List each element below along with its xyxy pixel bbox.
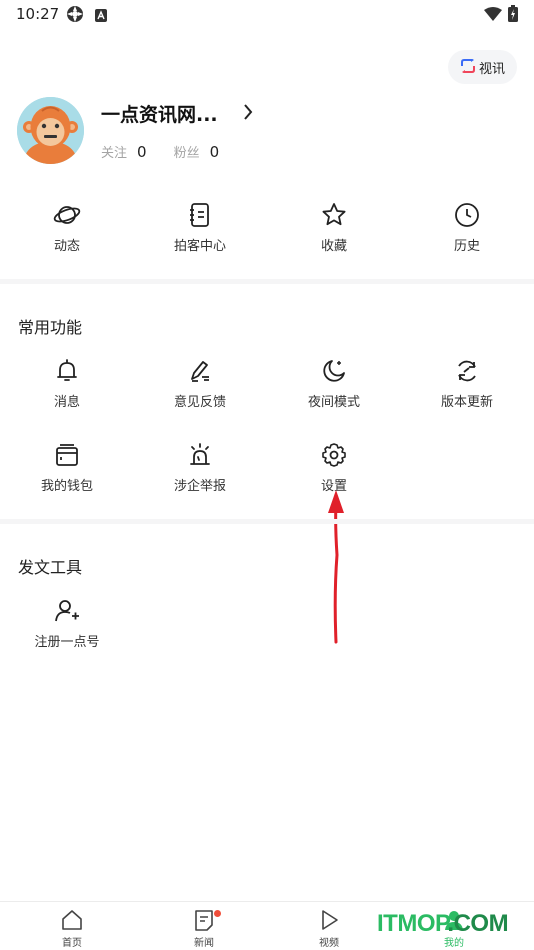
news-badge	[214, 910, 221, 917]
function-label: 消息	[53, 395, 80, 410]
fans-count[interactable]: 0	[210, 143, 220, 161]
news-icon	[195, 910, 213, 931]
notebook-icon	[190, 203, 209, 227]
nav-label: 首页	[62, 938, 82, 949]
function-night-mode[interactable]: 夜间模式	[279, 357, 389, 410]
quick-action-label: 拍客中心	[173, 239, 226, 254]
pencil-icon	[191, 361, 209, 382]
function-messages[interactable]: 消息	[12, 357, 122, 410]
quick-action-favorites[interactable]: 收藏	[279, 201, 389, 254]
video-chat-label: 视讯	[478, 61, 505, 77]
function-feedback[interactable]: 意见反馈	[145, 357, 255, 410]
publish-tools-title: 发文工具	[18, 558, 83, 577]
monkey-avatar-icon	[17, 97, 84, 164]
home-icon	[62, 910, 82, 930]
function-label: 版本更新	[440, 395, 493, 410]
clock-icon	[455, 203, 479, 227]
nav-news[interactable]: 新闻	[164, 908, 244, 949]
wifi-icon	[484, 6, 502, 25]
fans-label[interactable]: 粉丝	[174, 142, 200, 161]
section-divider	[0, 519, 534, 524]
moon-icon	[323, 360, 345, 382]
register-account-button[interactable]: 注册一点号	[12, 597, 122, 650]
nav-home[interactable]: 首页	[32, 908, 112, 949]
status-bar: 10:27	[0, 0, 534, 28]
quick-action-dynamics[interactable]: 动态	[12, 201, 122, 254]
avatar[interactable]	[17, 97, 84, 164]
add-user-icon	[55, 600, 79, 622]
a-badge-icon	[95, 7, 107, 26]
wallet-icon	[56, 444, 78, 466]
quick-action-label: 历史	[453, 239, 480, 254]
following-label[interactable]: 关注	[101, 142, 127, 161]
function-label: 涉企举报	[173, 479, 226, 494]
quick-action-history[interactable]: 历史	[412, 201, 522, 254]
function-enterprise-report[interactable]: 涉企举报	[145, 441, 255, 494]
refresh-icon	[458, 360, 476, 382]
star-icon	[322, 203, 346, 226]
common-functions-title: 常用功能	[18, 318, 83, 337]
chevron-right-icon[interactable]	[240, 101, 256, 127]
status-time: 10:27	[16, 5, 60, 23]
watermark-suffix: .COM	[447, 910, 509, 937]
watermark: ITMOP.COM	[377, 910, 509, 938]
play-icon	[322, 910, 338, 930]
function-label: 夜间模式	[307, 395, 360, 410]
planet-icon	[53, 206, 81, 224]
username[interactable]: 一点资讯网...	[101, 100, 218, 127]
gear-icon	[322, 443, 346, 467]
nav-label: 视频	[319, 938, 339, 949]
quick-action-label: 收藏	[320, 239, 347, 254]
video-chat-button[interactable]: 视讯	[448, 50, 517, 84]
follow-stats: 关注 0 粉丝 0	[101, 142, 219, 161]
function-label: 意见反馈	[173, 395, 226, 410]
bell-icon	[57, 359, 77, 381]
nav-label: 新闻	[194, 938, 214, 949]
function-version-update[interactable]: 版本更新	[412, 357, 522, 410]
battery-icon	[508, 5, 518, 26]
quick-action-label: 动态	[53, 239, 80, 254]
red-arrow-annotation	[328, 490, 344, 644]
nav-video[interactable]: 视频	[289, 908, 369, 949]
following-count[interactable]: 0	[137, 143, 147, 161]
quick-action-creator-center[interactable]: 拍客中心	[145, 201, 255, 254]
alarm-icon	[190, 443, 210, 465]
sync-status-icon	[66, 5, 84, 27]
watermark-main: ITMOP	[377, 910, 448, 937]
function-wallet[interactable]: 我的钱包	[12, 441, 122, 494]
video-chat-icon	[460, 57, 476, 77]
function-label: 我的钱包	[40, 479, 93, 494]
register-account-label: 注册一点号	[34, 635, 100, 650]
section-divider	[0, 279, 534, 284]
